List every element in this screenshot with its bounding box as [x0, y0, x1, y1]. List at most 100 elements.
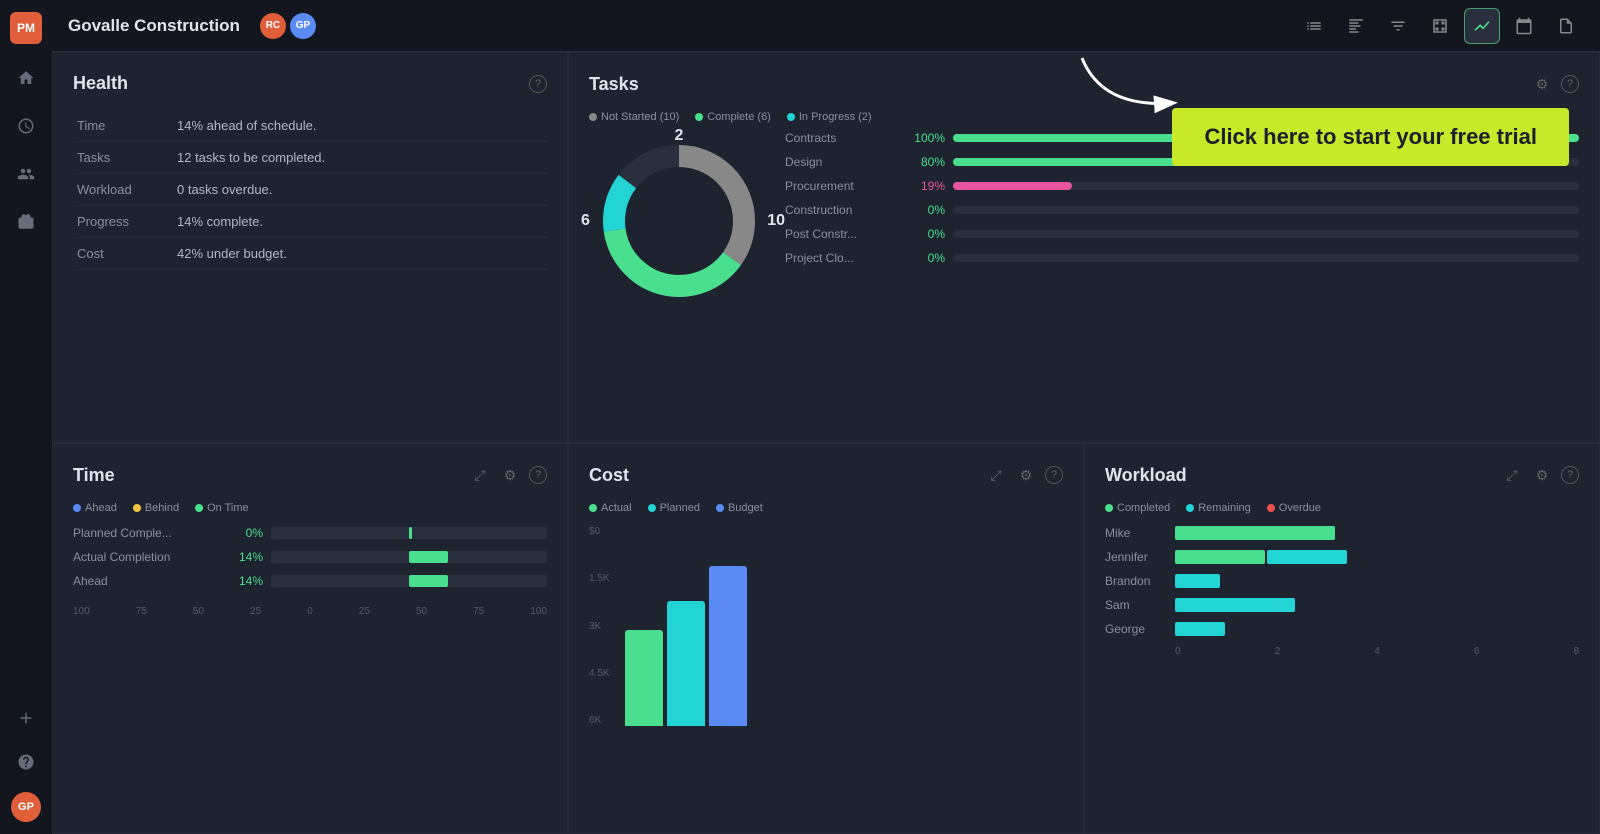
cost-chart-container: 6K4.5K3K1.5K$0: [589, 526, 1063, 746]
health-row: Tasks 12 tasks to be completed.: [73, 142, 547, 174]
tp-label: Construction: [785, 203, 905, 217]
workload-name: Jennifer: [1105, 550, 1175, 564]
tasks-title: Tasks: [589, 74, 639, 95]
tp-pct: 100%: [905, 131, 945, 145]
time-bar-fill: [409, 527, 412, 539]
health-row-label: Time: [73, 110, 173, 142]
donut-chart: 2 6 10: [589, 131, 769, 311]
dashboard: Health ? Time 14% ahead of schedule. Tas…: [52, 52, 1600, 834]
toolbar-icons: [1296, 8, 1584, 44]
time-gear-icon[interactable]: ⚙: [499, 464, 521, 486]
toolbar-chart-btn[interactable]: [1464, 8, 1500, 44]
tp-bar-fill: [953, 134, 1579, 142]
cost-legend-item: Planned: [648, 502, 700, 514]
topbar-avatars: RC GP: [260, 13, 316, 39]
health-header-right: ?: [529, 75, 547, 93]
workload-axis-label: 6: [1474, 646, 1480, 657]
time-axis-label: 75: [136, 606, 147, 617]
avatar-gp[interactable]: GP: [290, 13, 316, 39]
cost-bar-group: [625, 566, 747, 726]
toolbar-filter-btn[interactable]: [1380, 8, 1416, 44]
workload-row: Sam: [1105, 598, 1579, 612]
toolbar-gantt-btn[interactable]: [1338, 8, 1374, 44]
time-row-bar: [271, 551, 547, 563]
workload-bar-container: [1175, 526, 1337, 540]
workload-bar-remaining: [1175, 622, 1225, 636]
tp-bar-track: [953, 206, 1579, 214]
app-logo[interactable]: PM: [10, 12, 42, 44]
sidebar-item-home[interactable]: [12, 64, 40, 92]
time-panel: Time ⤢ ⚙ ? AheadBehindOn Time Planned Co…: [52, 443, 568, 834]
time-axis-label: 25: [359, 606, 370, 617]
task-progress-row: Post Constr... 0%: [785, 227, 1579, 241]
donut-svg: [589, 131, 769, 311]
workload-bars: Mike Jennifer Brandon Sam George: [1105, 526, 1579, 636]
workload-gear-icon[interactable]: ⚙: [1531, 464, 1553, 486]
sidebar-item-time[interactable]: [12, 112, 40, 140]
sidebar-item-help[interactable]: [12, 748, 40, 776]
tp-bar-track: [953, 254, 1579, 262]
cost-expand-icon[interactable]: ⤢: [985, 464, 1007, 486]
workload-bar-container: [1175, 598, 1295, 612]
topbar: Govalle Construction RC GP: [52, 0, 1600, 52]
tasks-legend-item: Complete (6): [695, 111, 771, 123]
cost-help-icon[interactable]: ?: [1045, 466, 1063, 484]
toolbar-table-btn[interactable]: [1422, 8, 1458, 44]
health-row-value: 0 tasks overdue.: [173, 174, 547, 206]
workload-row: Jennifer: [1105, 550, 1579, 564]
time-legend-item: On Time: [195, 502, 249, 514]
workload-help-icon[interactable]: ?: [1561, 466, 1579, 484]
time-axis-label: 100: [73, 606, 90, 617]
health-title: Health: [73, 73, 128, 94]
tp-label: Post Constr...: [785, 227, 905, 241]
sidebar-item-users[interactable]: [12, 160, 40, 188]
cost-panel: Cost ⤢ ⚙ ? ActualPlannedBudget 6K4.5K3K1…: [568, 443, 1084, 834]
health-row-label: Workload: [73, 174, 173, 206]
workload-legend-item: Remaining: [1186, 502, 1251, 514]
time-legend-item: Ahead: [73, 502, 117, 514]
tasks-content: 2 6 10 Contracts 100% Design 80% Procure…: [589, 131, 1579, 311]
health-table: Time 14% ahead of schedule. Tasks 12 tas…: [73, 110, 547, 270]
tasks-help-icon[interactable]: ?: [1561, 75, 1579, 93]
time-row-pct: 14%: [223, 550, 263, 564]
workload-panel: Workload ⤢ ⚙ ? CompletedRemainingOverdue…: [1084, 443, 1600, 834]
time-expand-icon[interactable]: ⤢: [469, 464, 491, 486]
workload-bar-container: [1175, 550, 1347, 564]
tasks-legend-item: In Progress (2): [787, 111, 872, 123]
cost-legend-item: Budget: [716, 502, 763, 514]
toolbar-list-btn[interactable]: [1296, 8, 1332, 44]
tasks-panel: Click here to start your free trial Task…: [568, 52, 1600, 443]
workload-name: George: [1105, 622, 1175, 636]
tasks-header: Tasks ⚙ ?: [589, 73, 1579, 95]
toolbar-calendar-btn[interactable]: [1506, 8, 1542, 44]
tp-bar-track: [953, 158, 1579, 166]
cost-gear-icon[interactable]: ⚙: [1015, 464, 1037, 486]
workload-axis-label: 2: [1275, 646, 1281, 657]
time-help-icon[interactable]: ?: [529, 466, 547, 484]
avatar-rc[interactable]: RC: [260, 13, 286, 39]
time-legend-item: Behind: [133, 502, 179, 514]
sidebar-item-projects[interactable]: [12, 208, 40, 236]
workload-header-right: ⤢ ⚙ ?: [1501, 464, 1579, 486]
time-row-label: Ahead: [73, 574, 223, 588]
time-row: Planned Comple... 0%: [73, 526, 547, 540]
health-row: Workload 0 tasks overdue.: [73, 174, 547, 206]
time-bar-fill: [409, 575, 448, 587]
time-row: Actual Completion 14%: [73, 550, 547, 564]
workload-legend-item: Completed: [1105, 502, 1170, 514]
sidebar-item-add[interactable]: [12, 704, 40, 732]
time-bar-fill: [409, 551, 448, 563]
workload-bar-completed: [1175, 526, 1335, 540]
task-progress-row: Construction 0%: [785, 203, 1579, 217]
toolbar-doc-btn[interactable]: [1548, 8, 1584, 44]
user-avatar[interactable]: GP: [11, 792, 41, 822]
workload-row: Brandon: [1105, 574, 1579, 588]
health-row-value: 12 tasks to be completed.: [173, 142, 547, 174]
tasks-gear-icon[interactable]: ⚙: [1531, 73, 1553, 95]
task-progress-row: Procurement 19%: [785, 179, 1579, 193]
task-progress-row: Project Clo... 0%: [785, 251, 1579, 265]
health-help-icon[interactable]: ?: [529, 75, 547, 93]
workload-expand-icon[interactable]: ⤢: [1501, 464, 1523, 486]
health-row: Progress 14% complete.: [73, 206, 547, 238]
time-row-pct: 0%: [223, 526, 263, 540]
